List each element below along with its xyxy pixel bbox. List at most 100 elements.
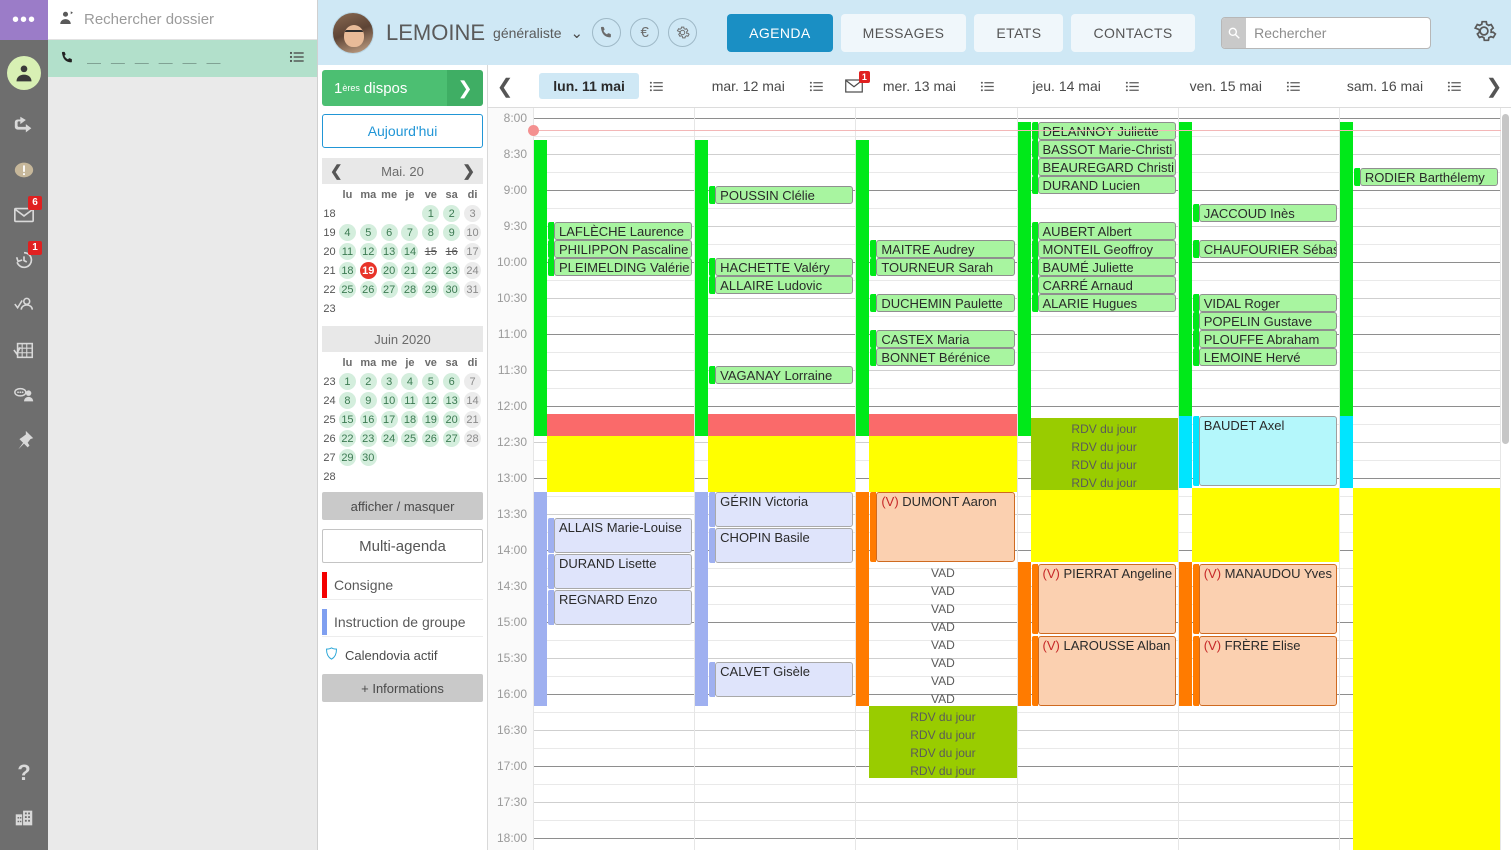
mc-day-cell[interactable]: 24 <box>462 261 483 280</box>
mc-day-12[interactable]: 12 <box>359 243 377 260</box>
mc-day-cell[interactable]: 24 <box>379 429 400 448</box>
mc-day-cell[interactable]: 20 <box>441 410 462 429</box>
mc-day-21[interactable]: 21 <box>464 411 482 428</box>
mc-day-23[interactable]: 23 <box>359 430 377 447</box>
mc-day-29[interactable]: 29 <box>422 281 440 298</box>
mc-day-24[interactable]: 24 <box>380 430 398 447</box>
appointment[interactable]: CHAUFOURIER Sébas <box>1198 240 1337 258</box>
mc-day-25[interactable]: 25 <box>401 430 419 447</box>
mail-icon[interactable]: 6 <box>0 192 48 237</box>
appointment[interactable]: PLEIMELDING Valérie <box>554 258 693 276</box>
multi-agenda-button[interactable]: Multi-agenda <box>322 529 483 563</box>
history-clock-icon[interactable]: 1 <box>0 237 48 282</box>
appointment[interactable]: (V) FRÈRE Elise <box>1198 636 1337 706</box>
appointment[interactable]: POUSSIN Clélie <box>715 186 854 204</box>
appointment[interactable]: (V) LAROUSSE Alban <box>1037 636 1176 706</box>
mc-day-16[interactable]: 16 <box>359 411 377 428</box>
dossier-search-bar[interactable] <box>48 0 317 40</box>
pin-icon[interactable] <box>0 417 48 462</box>
settings-gear-button[interactable] <box>668 18 698 47</box>
mc-day-cell[interactable]: 27 <box>441 429 462 448</box>
appointment[interactable]: (V) DUMONT Aaron <box>876 492 1015 562</box>
mc-day-25[interactable]: 25 <box>338 281 356 298</box>
mc-day-28[interactable]: 28 <box>401 281 419 298</box>
mc-day-19[interactable]: 19 <box>422 411 440 428</box>
mc-day-cell[interactable]: 20 <box>379 261 400 280</box>
mc-day-22[interactable]: 22 <box>338 430 356 447</box>
mc-day-cell[interactable]: 28 <box>462 429 483 448</box>
day-list-icon[interactable] <box>1447 79 1462 94</box>
mc-day-cell[interactable]: 16 <box>358 410 379 429</box>
appointment[interactable]: RODIER Barthélemy <box>1359 168 1499 186</box>
day-mail-icon[interactable]: 1 <box>845 71 870 93</box>
mc-day-cell[interactable]: 8 <box>420 223 441 242</box>
more-information-button[interactable]: + Informations <box>322 674 483 702</box>
day-column-0[interactable]: LAFLÈCHE Laurence PHILIPPON Pascaline PLEI… <box>533 108 696 850</box>
mc-day-cell[interactable]: 1 <box>337 372 358 391</box>
mc-day-5[interactable]: 5 <box>359 224 377 241</box>
tab-etats[interactable]: ETATS <box>974 13 1064 52</box>
appointment[interactable]: CHOPIN Basile <box>715 528 854 563</box>
appointment[interactable]: LAFLÈCHE Laurence <box>554 222 693 240</box>
mc-day-8[interactable]: 8 <box>338 392 356 409</box>
tab-messages[interactable]: MESSAGES <box>840 13 967 52</box>
global-search[interactable] <box>1220 16 1431 49</box>
availability-bar[interactable] <box>1339 416 1353 488</box>
blocked-yellow[interactable] <box>1352 488 1501 850</box>
mc-day-cell[interactable]: 9 <box>441 223 462 242</box>
mc-day-7[interactable]: 7 <box>464 373 482 390</box>
availability-bar[interactable] <box>1017 122 1031 436</box>
text-row-item[interactable]: VAD <box>869 654 1016 672</box>
mc-day-15[interactable]: 15 <box>338 411 356 428</box>
mc-day-1[interactable]: 1 <box>338 373 356 390</box>
mc-day-cell[interactable]: 15 <box>337 410 358 429</box>
mc-day-cell[interactable]: 4 <box>400 372 421 391</box>
mc-day-cell[interactable]: 16 <box>441 242 462 261</box>
mc-day-5[interactable]: 5 <box>422 373 440 390</box>
appointment[interactable]: AUBERT Albert <box>1037 222 1176 240</box>
appointment[interactable]: POPELIN Gustave <box>1198 312 1337 330</box>
mc-day-cell[interactable]: 30 <box>441 280 462 299</box>
chat-contact-icon[interactable] <box>0 372 48 417</box>
day-header-5[interactable]: sam. 16 mai <box>1318 65 1477 107</box>
patient-route-icon[interactable] <box>0 282 48 327</box>
blocked-yellow[interactable] <box>547 436 695 492</box>
chevron-down-icon[interactable]: ⌄ <box>571 24 584 42</box>
day-column-4[interactable]: JACCOUD Inès CHAUFOURIER Sébas VIDAL Roger… <box>1178 108 1340 850</box>
appointment[interactable]: TOURNEUR Sarah <box>876 258 1015 276</box>
mc-day-cell[interactable]: 19 <box>420 410 441 429</box>
mc-day-cell[interactable]: 28 <box>400 280 421 299</box>
mc-day-cell[interactable]: 23 <box>358 429 379 448</box>
mc-day-cell[interactable]: 30 <box>358 448 379 467</box>
mc-day-cell[interactable]: 11 <box>337 242 358 261</box>
mc-day-cell[interactable]: 12 <box>358 242 379 261</box>
mc-day-cell[interactable]: 27 <box>379 280 400 299</box>
availability-bar[interactable] <box>1017 562 1031 706</box>
mc-day-cell[interactable]: 17 <box>379 410 400 429</box>
appointment[interactable]: CASTEX Maria <box>876 330 1015 348</box>
tab-agenda[interactable]: AGENDA <box>727 13 833 52</box>
text-row-item[interactable]: RDV du jour <box>1031 474 1178 492</box>
appointment[interactable]: BONNET Bérénice <box>876 348 1015 366</box>
text-row-item[interactable]: VAD <box>869 618 1016 636</box>
mc-day-cell[interactable]: 29 <box>420 280 441 299</box>
mc-day-cell[interactable]: 19 <box>358 261 379 280</box>
appointment[interactable]: JACCOUD Inès <box>1198 204 1337 222</box>
mc-day-2[interactable]: 2 <box>443 205 461 222</box>
mc-day-1[interactable]: 1 <box>422 205 440 222</box>
day-list-icon[interactable] <box>980 79 995 94</box>
mc-day-9[interactable]: 9 <box>359 392 377 409</box>
mc-day-cell[interactable]: 5 <box>358 223 379 242</box>
availability-bar[interactable] <box>1178 416 1192 488</box>
phone-action-button[interactable] <box>592 18 622 47</box>
appointment[interactable]: ALLAIS Marie-Louise <box>554 518 693 553</box>
mc-day-cell[interactable]: 26 <box>358 280 379 299</box>
legend-consigne[interactable]: Consigne <box>322 570 483 600</box>
mc-day-cell[interactable]: 8 <box>337 391 358 410</box>
mc-day-4[interactable]: 4 <box>401 373 419 390</box>
help-icon[interactable]: ? <box>0 750 48 795</box>
blocked-yellow[interactable] <box>869 436 1017 492</box>
day-list-icon[interactable] <box>1286 79 1301 94</box>
mc-day-cell[interactable]: 26 <box>420 429 441 448</box>
mc-day-cell[interactable]: 25 <box>337 280 358 299</box>
